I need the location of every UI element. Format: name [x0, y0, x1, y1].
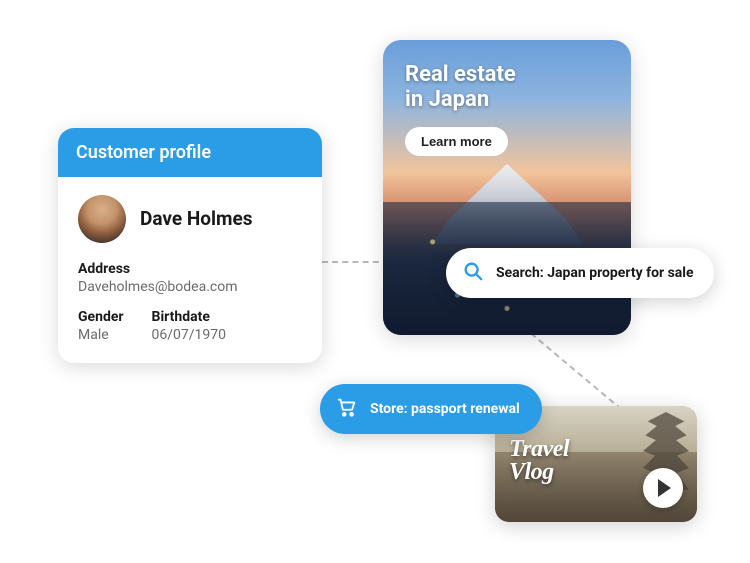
birthdate-field: Birthdate 06/07/1970	[152, 309, 227, 343]
profile-body: Dave Holmes Address Daveholmes@bodea.com…	[58, 177, 322, 363]
birthdate-label: Birthdate	[152, 309, 227, 325]
play-icon	[658, 479, 671, 497]
real-estate-title-line2: in Japan	[405, 87, 489, 112]
vlog-title: Travel Vlog	[509, 438, 569, 484]
vlog-title-line2: Vlog	[509, 459, 554, 485]
learn-more-button[interactable]: Learn more	[405, 127, 508, 156]
profile-identity-row: Dave Holmes	[78, 195, 302, 243]
profile-name: Dave Holmes	[140, 208, 253, 231]
play-button[interactable]	[643, 468, 683, 508]
search-pill[interactable]: Search: Japan property for sale	[446, 248, 714, 298]
birthdate-value: 06/07/1970	[152, 327, 227, 343]
gender-field: Gender Male	[78, 309, 124, 343]
real-estate-title: Real estate in Japan	[405, 62, 609, 113]
address-field: Address Daveholmes@bodea.com	[78, 261, 302, 295]
address-value: Daveholmes@bodea.com	[78, 279, 302, 295]
profile-columns: Gender Male Birthdate 06/07/1970	[78, 309, 302, 343]
real-estate-content: Real estate in Japan Learn more	[383, 40, 631, 178]
gender-label: Gender	[78, 309, 124, 325]
customer-profile-card: Customer profile Dave Holmes Address Dav…	[58, 128, 322, 363]
avatar	[78, 195, 126, 243]
real-estate-title-line1: Real estate	[405, 62, 516, 87]
cart-icon	[336, 396, 358, 422]
store-text: Store: passport renewal	[370, 401, 520, 417]
gender-value: Male	[78, 327, 124, 343]
search-text: Search: Japan property for sale	[496, 265, 694, 281]
profile-header: Customer profile	[58, 128, 322, 177]
store-pill[interactable]: Store: passport renewal	[320, 384, 542, 434]
search-icon	[462, 260, 484, 286]
address-label: Address	[78, 261, 302, 277]
